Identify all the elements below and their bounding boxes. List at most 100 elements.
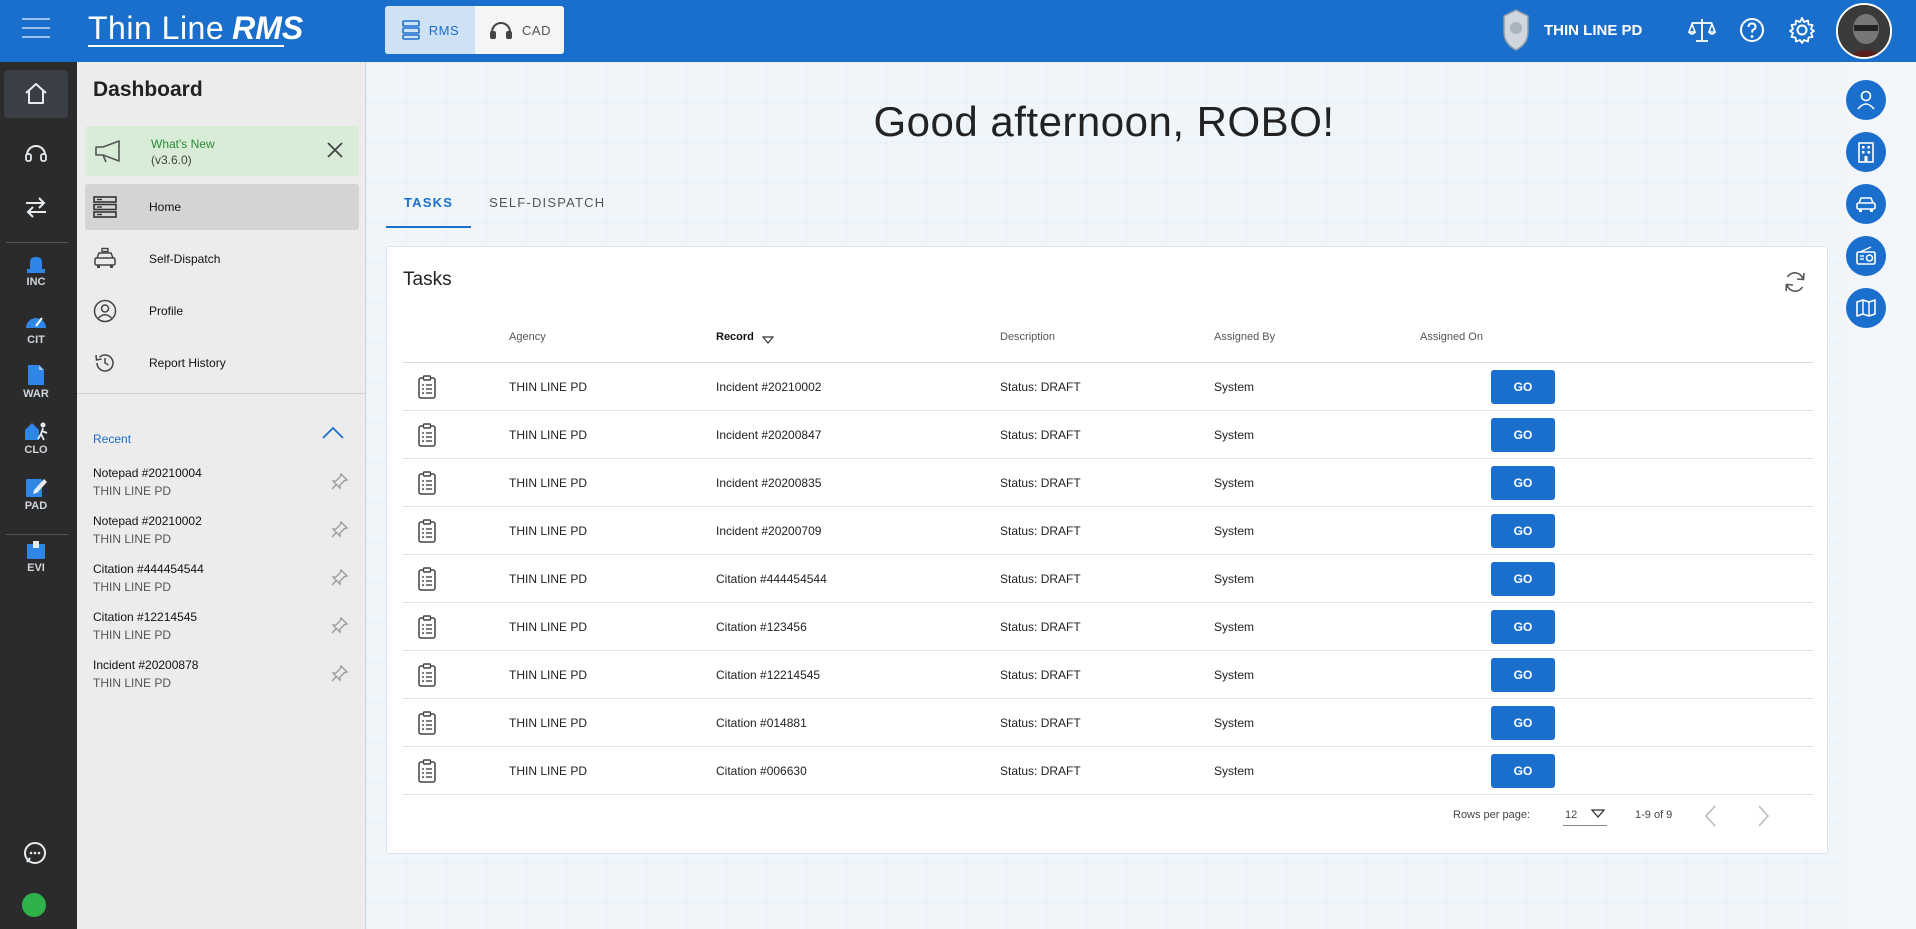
sidebar-item-profile[interactable]: Profile	[85, 288, 359, 334]
history-icon	[95, 354, 114, 372]
rail-notepad-button[interactable]: PAD	[4, 476, 68, 512]
app-logo[interactable]: Thin Line RMS	[88, 8, 303, 50]
rail-transfer-button[interactable]	[4, 194, 68, 220]
go-button[interactable]: GO	[1491, 562, 1555, 596]
chevron-down-icon[interactable]	[1591, 807, 1605, 819]
recent-item[interactable]: Incident #20200878 THIN LINE PD	[93, 658, 353, 698]
table-row: THIN LINE PD Incident #20200709 Status: DR…	[403, 507, 1813, 555]
person-search-button[interactable]	[1846, 80, 1886, 120]
cell-assigned-by: System	[1214, 476, 1255, 490]
column-header-agency[interactable]: Agency	[509, 331, 546, 343]
go-button[interactable]: GO	[1491, 658, 1555, 692]
cell-record: Incident #20200835	[716, 476, 822, 490]
gear-icon[interactable]	[1786, 14, 1818, 46]
chevron-left-icon[interactable]	[1701, 803, 1721, 829]
chat-icon[interactable]	[22, 840, 48, 866]
cell-description: Status: DRAFT	[1000, 716, 1081, 730]
hamburger-menu-icon[interactable]	[22, 18, 50, 40]
pin-icon[interactable]	[331, 472, 349, 490]
whats-new-banner[interactable]: What's New (v3.6.0)	[85, 126, 359, 176]
go-button[interactable]: GO	[1491, 706, 1555, 740]
pin-icon[interactable]	[331, 616, 349, 634]
sidebar-item-home[interactable]: Home	[85, 184, 359, 230]
module-rms-button[interactable]: RMS	[385, 6, 475, 54]
rail-clo-label: CLO	[24, 444, 48, 456]
clipboard-task-icon	[418, 423, 436, 447]
help-icon[interactable]	[1736, 14, 1768, 46]
clipboard-task-icon	[418, 759, 436, 783]
column-header-assigned-by[interactable]: Assigned By	[1214, 331, 1275, 343]
pin-icon[interactable]	[331, 568, 349, 586]
go-button[interactable]: GO	[1491, 418, 1555, 452]
pin-icon[interactable]	[331, 664, 349, 682]
sidebar-item-label: Profile	[149, 304, 184, 318]
recent-item-agency: THIN LINE PD	[93, 676, 172, 690]
chevron-up-icon[interactable]	[321, 425, 345, 441]
user-circle-icon	[93, 299, 117, 323]
chevron-right-icon[interactable]	[1753, 803, 1773, 829]
cell-description: Status: DRAFT	[1000, 476, 1081, 490]
tab-self-dispatch[interactable]: SELF-DISPATCH	[471, 192, 623, 228]
table-row: THIN LINE PD Citation #12214545 Status: DR…	[403, 651, 1813, 699]
module-switcher: RMS CAD	[385, 6, 564, 54]
top-icon-group	[1686, 14, 1818, 46]
go-button[interactable]: GO	[1491, 466, 1555, 500]
recent-item[interactable]: Notepad #20210002 THIN LINE PD	[93, 514, 353, 554]
clipboard-task-icon	[418, 471, 436, 495]
logo-suffix: RMS	[232, 10, 304, 46]
close-icon[interactable]	[325, 140, 345, 160]
clipboard-task-icon	[418, 663, 436, 687]
sidebar-item-label: Self-Dispatch	[149, 252, 221, 266]
go-button[interactable]: GO	[1491, 514, 1555, 548]
tab-tasks[interactable]: TASKS	[386, 192, 472, 228]
recent-item-agency: THIN LINE PD	[93, 580, 172, 594]
rows-per-page-select[interactable]: 12	[1565, 809, 1577, 821]
scales-of-justice-icon[interactable]	[1686, 14, 1718, 46]
cell-record: Citation #444454544	[716, 572, 827, 586]
recent-header[interactable]: Recent	[93, 432, 131, 446]
recent-item[interactable]: Citation #444454544 THIN LINE PD	[93, 562, 353, 602]
rows-per-page-underline	[1563, 825, 1607, 826]
table-row: THIN LINE PD Citation #006630 Status: DRAF…	[403, 747, 1813, 795]
building-button[interactable]	[1846, 132, 1886, 172]
go-button[interactable]: GO	[1491, 370, 1555, 404]
cell-assigned-by: System	[1214, 716, 1255, 730]
vehicle-button[interactable]	[1846, 184, 1886, 224]
recent-item[interactable]: Notepad #20210004 THIN LINE PD	[93, 466, 353, 506]
recent-item-agency: THIN LINE PD	[93, 532, 172, 546]
rail-divider	[6, 534, 68, 535]
user-avatar[interactable]	[1836, 3, 1892, 59]
agency-selector[interactable]: THIN LINE PD	[1500, 8, 1642, 52]
map-icon	[1856, 299, 1876, 317]
rail-warrant-label: WAR	[23, 388, 49, 400]
rail-evidence-button[interactable]: EVI	[4, 540, 68, 574]
cell-record: Citation #123456	[716, 620, 807, 634]
sidebar-item-self-dispatch[interactable]: Self-Dispatch	[85, 236, 359, 282]
vehicle-icon	[1856, 197, 1876, 212]
page-greeting: Good afternoon, ROBO!	[873, 98, 1335, 145]
rail-citation-button[interactable]: CIT	[4, 310, 68, 346]
rail-clo-button[interactable]: CLO	[4, 420, 68, 456]
cell-agency: THIN LINE PD	[509, 572, 588, 586]
sidebar-item-report-history[interactable]: Report History	[85, 340, 359, 386]
rail-home-button[interactable]	[4, 70, 68, 118]
pin-icon[interactable]	[331, 520, 349, 538]
column-header-assigned-on[interactable]: Assigned On	[1420, 331, 1483, 343]
cell-agency: THIN LINE PD	[509, 668, 588, 682]
warrant-document-icon	[28, 365, 44, 385]
recent-item[interactable]: Citation #12214545 THIN LINE PD	[93, 610, 353, 650]
refresh-icon[interactable]	[1782, 269, 1808, 295]
headset-icon	[25, 145, 47, 162]
go-button[interactable]: GO	[1491, 754, 1555, 788]
rail-incident-button[interactable]: INC	[4, 254, 68, 288]
go-button[interactable]: GO	[1491, 610, 1555, 644]
sort-descending-icon[interactable]	[762, 335, 774, 345]
cell-record: Incident #20200709	[716, 524, 822, 538]
column-header-description[interactable]: Description	[1000, 331, 1055, 343]
rail-warrant-button[interactable]: WAR	[4, 364, 68, 400]
rail-dispatch-button[interactable]	[4, 140, 68, 166]
column-header-record[interactable]: Record	[716, 331, 754, 343]
radio-button[interactable]	[1846, 236, 1886, 276]
map-button[interactable]	[1846, 288, 1886, 328]
module-cad-button[interactable]: CAD	[475, 6, 564, 54]
